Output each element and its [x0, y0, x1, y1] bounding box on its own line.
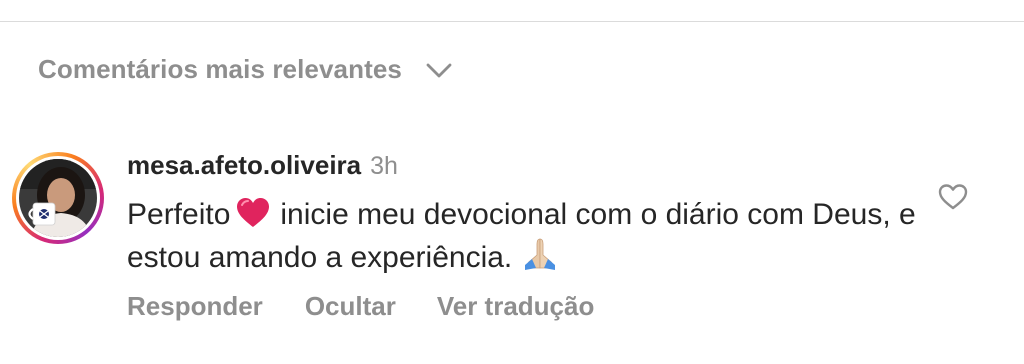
comment: mesa.afeto.oliveira 3h Perfeito inicie m… — [127, 150, 927, 278]
see-translation-button[interactable]: Ver tradução — [437, 291, 595, 322]
sort-label: Comentários mais relevantes — [38, 54, 402, 84]
chevron-down-icon — [426, 63, 452, 77]
comments-panel: Comentários mais relevantes mesa.afeto.o… — [0, 0, 1024, 364]
reply-button[interactable]: Responder — [127, 291, 263, 322]
top-divider — [0, 21, 1024, 22]
avatar-border — [16, 156, 100, 240]
hide-button[interactable]: Ocultar — [305, 291, 396, 322]
comment-username[interactable]: mesa.afeto.oliveira — [127, 150, 361, 181]
heart-outline-icon[interactable] — [938, 183, 968, 211]
comment-actions: Responder Ocultar Ver tradução — [127, 291, 594, 322]
red-heart-icon — [237, 198, 270, 227]
comment-timestamp: 3h — [370, 152, 398, 180]
sort-dropdown[interactable]: Comentários mais relevantes — [38, 54, 454, 85]
story-ring[interactable] — [12, 152, 104, 244]
comment-text: Perfeito inicie meu devocional com o diá… — [127, 195, 927, 278]
comment-meta: mesa.afeto.oliveira 3h — [127, 150, 927, 186]
avatar — [19, 159, 97, 237]
praying-hands-icon — [525, 238, 556, 270]
comment-text-start: Perfeito — [127, 198, 231, 231]
